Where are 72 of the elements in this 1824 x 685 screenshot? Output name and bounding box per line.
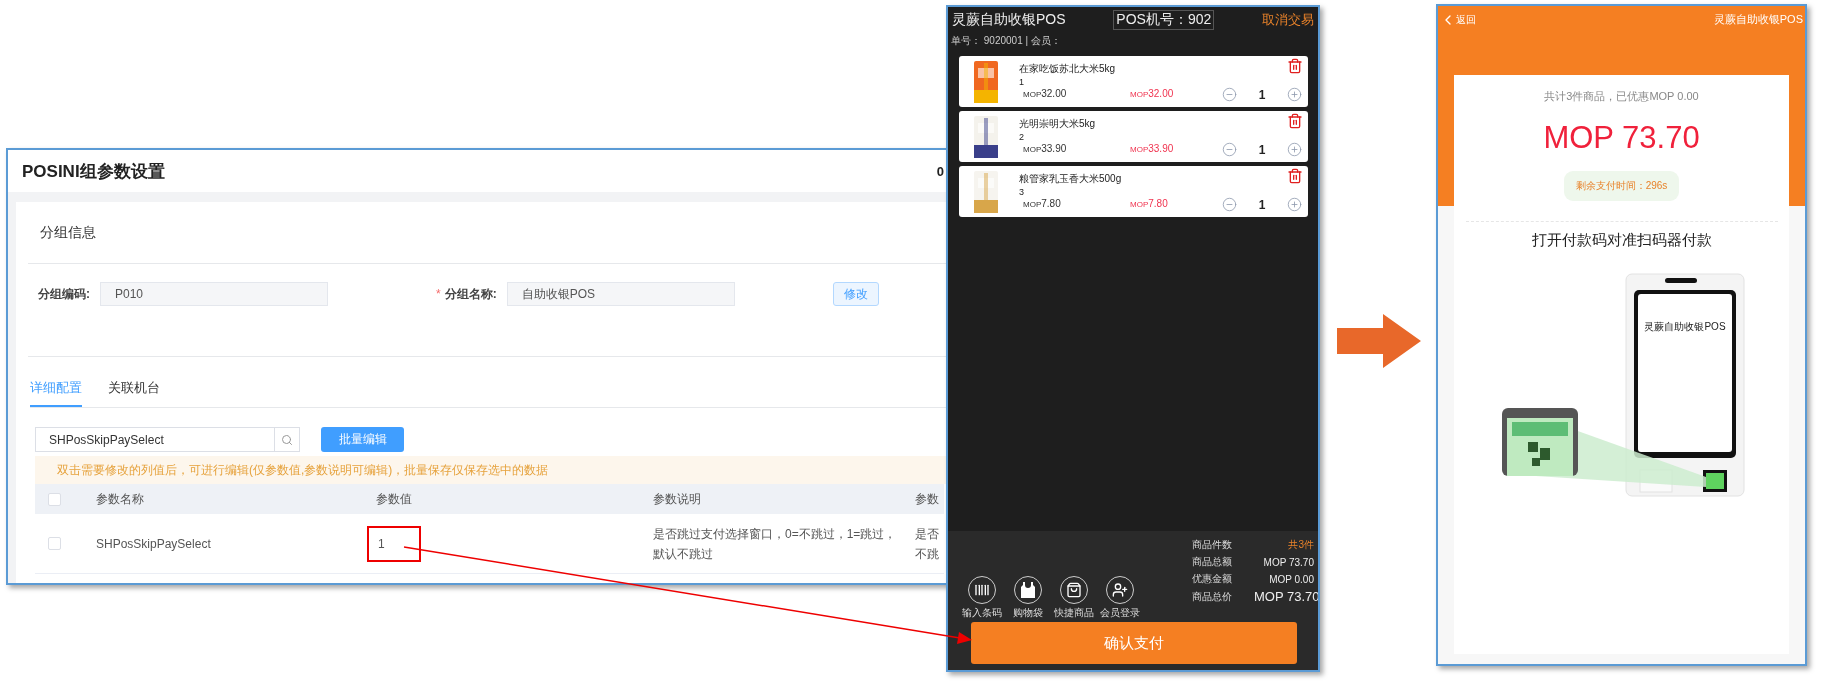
quantity: 1 xyxy=(1257,87,1267,102)
kiosk-screen-text: 灵蕨自助收银POS xyxy=(1643,321,1726,332)
field-label: 分组编码: xyxy=(38,285,91,303)
instruction-text: 打开付款码对准扫码器付款 xyxy=(1531,231,1712,250)
required-mark: * xyxy=(436,287,441,301)
summary-value: MOP 0.00 xyxy=(1268,573,1314,585)
checkbox[interactable] xyxy=(48,537,61,550)
cancel-link[interactable]: 取消交易 xyxy=(1262,10,1314,29)
countdown-timer: 剩余支付时间：296s xyxy=(1563,171,1680,201)
header-text: 0 xyxy=(936,163,944,179)
summary-value: 共3件 xyxy=(1287,538,1314,552)
column-header: 参数 xyxy=(904,484,944,514)
delete-button[interactable] xyxy=(1287,168,1303,184)
highlighted-value: 1 xyxy=(367,525,421,562)
product-name: 光明崇明大米5kg xyxy=(1019,117,1097,131)
table-cell-text: 是否跳过支付选择窗口，0=不跳过，1=跳过，默认不跳过 xyxy=(653,525,898,563)
product-name: 在家吃饭苏北大米5kg xyxy=(1019,62,1117,76)
delete-button[interactable] xyxy=(1287,113,1303,129)
table-cell-text: 是否不跳 xyxy=(915,525,940,563)
plus-button[interactable] xyxy=(1287,142,1302,157)
column-header: 参数说明 xyxy=(642,484,904,514)
column-header: 参数值 xyxy=(365,484,642,514)
amount: MOP 73.70 xyxy=(1543,120,1700,156)
minus-button[interactable] xyxy=(1222,142,1237,157)
trash-icon xyxy=(1287,58,1303,74)
summary-value: MOP 73.70 xyxy=(1262,556,1314,568)
item-index: 1 xyxy=(1019,77,1025,87)
item-index: 2 xyxy=(1019,132,1025,142)
app-title: 灵蕨自助收银POS xyxy=(1713,12,1803,27)
product-name: 粮管家乳玉香大米500g xyxy=(1019,172,1123,186)
text-field[interactable]: 自助收银POS xyxy=(506,282,735,306)
minus-button[interactable] xyxy=(1222,197,1237,212)
summary-label: 商品总价 xyxy=(1192,589,1233,604)
action-button[interactable]: 购物袋 xyxy=(1006,576,1050,621)
text-field[interactable]: P010 xyxy=(100,282,328,306)
plus-button[interactable] xyxy=(1287,87,1302,102)
plus-button[interactable] xyxy=(1287,197,1302,212)
action-button[interactable]: 快捷商品 xyxy=(1052,576,1096,621)
plus-icon xyxy=(1287,197,1302,212)
plus-icon xyxy=(1287,87,1302,102)
quantity: 1 xyxy=(1257,142,1267,157)
minus-icon xyxy=(1222,87,1237,102)
action-button[interactable]: 输入条码 xyxy=(960,576,1004,621)
search-button[interactable] xyxy=(275,427,300,452)
minus-icon xyxy=(1222,142,1237,157)
plus-icon xyxy=(1287,142,1302,157)
tab[interactable]: 关联机台 xyxy=(108,375,160,407)
delete-button[interactable] xyxy=(1287,58,1303,74)
search-field[interactable]: SHPosSkipPaySelect xyxy=(35,427,275,452)
terminal-number: POS机号：902 xyxy=(1113,9,1215,30)
summary-label: 商品件数 xyxy=(1192,538,1233,552)
notice-bar: 双击需要修改的列值后，可进行编辑(仅参数值,参数说明可编辑)，批量保存仅保存选中的数据 xyxy=(35,456,946,484)
page-title: POSINI组参数设置 xyxy=(22,160,165,183)
trash-icon xyxy=(1287,113,1303,129)
checkbox[interactable] xyxy=(48,492,61,506)
search-icon xyxy=(281,433,293,446)
trash-icon xyxy=(1287,168,1303,184)
order-summary: 共计3件商品，已优惠MOP 0.00 xyxy=(1544,89,1699,104)
column-header: 参数名称 xyxy=(85,484,365,514)
summary-label: 优惠金额 xyxy=(1192,572,1233,586)
section-title: 分组信息 xyxy=(40,223,96,242)
right-arrow-icon xyxy=(1337,314,1421,368)
action-button[interactable]: 会员登录 xyxy=(1098,576,1142,621)
minus-icon xyxy=(1222,197,1237,212)
field-label: 分组名称: xyxy=(444,285,498,303)
quantity: 1 xyxy=(1257,197,1267,212)
pos-title: 灵蕨自助收银POS xyxy=(952,10,1066,29)
minus-button[interactable] xyxy=(1222,87,1237,102)
table-cell-text: SHPosSkipPaySelect xyxy=(96,535,211,553)
item-index: 3 xyxy=(1019,187,1025,197)
order-info: 单号： 9020001 | 会员： xyxy=(950,34,1062,48)
summary-label: 商品总额 xyxy=(1192,555,1233,569)
